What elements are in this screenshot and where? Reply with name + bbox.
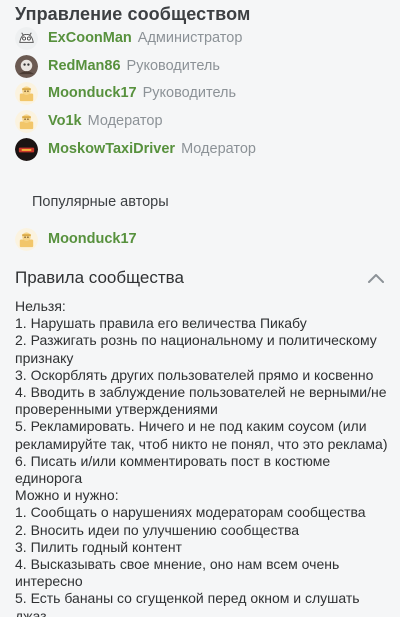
rules-line: 5. Есть бананы со сгущенкой перед окном … (15, 590, 360, 617)
member-role: Модератор (181, 141, 256, 157)
chevron-up-icon[interactable] (365, 267, 387, 289)
rules-title: Правила сообщества (15, 268, 184, 287)
popular-authors-title: Популярные авторы (32, 194, 169, 210)
member-row[interactable]: Vo1k Модератор (15, 108, 385, 134)
member-role: Руководитель (142, 85, 237, 101)
member-name[interactable]: Vo1k (48, 113, 82, 129)
member-name[interactable]: RedMan86 (48, 58, 121, 74)
rules-line: 3. Пилить годный контент (15, 538, 182, 555)
rules-line: 3. Оскорблять других пользователей прямо… (15, 366, 374, 383)
duck-avatar-icon[interactable] (15, 81, 38, 105)
popular-author-row[interactable]: Moonduck17 (15, 226, 385, 252)
sketch-avatar-icon[interactable] (15, 26, 38, 50)
member-name[interactable]: MoskowTaxiDriver (48, 141, 175, 157)
member-name[interactable]: ExCoonMan (48, 30, 132, 46)
duck-avatar-icon[interactable] (15, 109, 38, 133)
member-row[interactable]: Moonduck17 Руководитель (15, 80, 385, 106)
rules-line: 1. Нарушать правила его величества Пикаб… (15, 315, 307, 332)
photo-avatar-icon[interactable] (15, 54, 38, 78)
member-row[interactable]: RedMan86 Руководитель (15, 53, 385, 79)
rules-line: 2. Разжигать рознь по национальному и по… (15, 332, 377, 366)
rules-body: Нельзя: 1. Нарушать правила его величест… (15, 298, 390, 617)
rules-line: Можно и нужно: (15, 487, 119, 504)
community-management-title: Управление сообществом (15, 4, 251, 24)
member-role: Администратор (137, 30, 243, 46)
rules-line: 6. Писать и/или комментировать пост в ко… (15, 452, 331, 487)
rules-line: 4. Высказывать свое мнение, оно нам всем… (15, 556, 340, 590)
popular-author-name[interactable]: Moonduck17 (48, 231, 137, 247)
rules-line: 1. Сообщать о нарушениях модераторам соо… (15, 504, 366, 521)
dark-avatar-icon[interactable] (15, 137, 38, 161)
member-name[interactable]: Moonduck17 (48, 85, 137, 101)
member-role: Руководитель (126, 58, 220, 74)
member-row[interactable]: MoskowTaxiDriver Модератор (15, 136, 385, 162)
member-row[interactable]: ExCoonMan Администратор (15, 25, 385, 51)
rules-line: 2. Вносить идеи по улучшению сообщества (15, 521, 300, 538)
duck-avatar-icon[interactable] (15, 227, 38, 251)
rules-header[interactable]: Правила сообщества (15, 264, 387, 292)
member-role: Модератор (87, 113, 163, 129)
rules-line: 5. Рекламировать. Ничего и не под каким … (15, 418, 388, 452)
rules-line: 4. Вводить в заблуждение пользователей н… (15, 384, 387, 418)
rules-line: Нельзя: (15, 298, 66, 314)
